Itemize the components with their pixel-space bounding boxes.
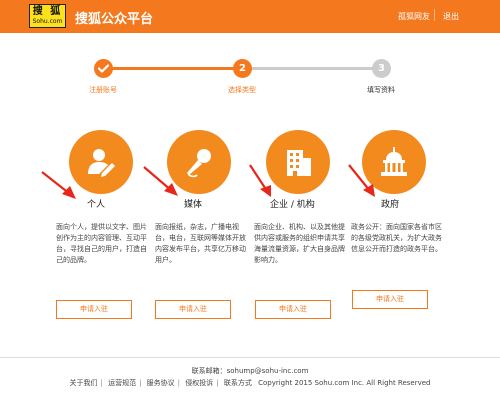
card-description: 面向企业、机构、以及其他提供内容或服务的组织申请共享海量流量资源，扩大自身品牌影… (254, 223, 345, 264)
username-link[interactable]: 孤狐网友 (398, 11, 430, 22)
footer-link-complaint[interactable]: 侵权投诉 (185, 379, 213, 387)
apply-button-enterprise[interactable]: 申请入驻 (255, 300, 331, 319)
header-divider (434, 9, 435, 21)
footer-copyright: Copyright 2015 Sohu.com Inc. All Right R… (258, 379, 431, 387)
footer-separator: | (139, 379, 142, 387)
red-arrow-annotation (41, 171, 76, 199)
building-icon (287, 150, 311, 176)
person-icon (88, 149, 115, 177)
apply-button-media[interactable]: 申请入驻 (155, 300, 231, 319)
card-title: 媒体 (184, 200, 203, 210)
footer-divider (0, 357, 500, 358)
footer-link-about[interactable]: 关于我们 (69, 379, 97, 387)
step-2-label: 选择类型 (228, 86, 256, 94)
red-arrow-annotation (143, 166, 178, 196)
footer-separator: | (177, 379, 181, 387)
red-arrow-annotation (249, 164, 271, 197)
top-header-bar: 搜 狐 Sohu.com 搜狐公众平台 孤狐网友 退出 (0, 0, 500, 33)
footer-separator: | (216, 379, 219, 387)
capitol-icon (381, 147, 407, 176)
footer-link-contact[interactable]: 联系方式 (224, 379, 252, 387)
checkmark-icon (97, 64, 110, 73)
logo-domain: Sohu.com (32, 18, 63, 25)
card-description: 面向个人，提供以文字、图片创作为主的内容管理、互动平台，寻找自己的用户，打造自己… (56, 223, 147, 264)
step-3-circle: 3 (372, 59, 391, 78)
step-3-number: 3 (378, 63, 385, 74)
red-arrow-annotation (348, 164, 375, 197)
card-description: 面向报纸，杂志，广播电视台，电台，互联网等媒体开放内容发布平台，共享亿万移动用户… (155, 223, 246, 264)
footer-links: 关于我们 | 运营规范 | 服务协议 | 侵权投诉 | 联系方式 Copyright 2… (0, 378, 500, 388)
footer-separator: | (100, 379, 103, 387)
step-line-1-2 (104, 67, 240, 70)
step-1-label: 注册账号 (89, 86, 117, 94)
logout-link[interactable]: 退出 (443, 11, 459, 22)
site-title: 搜狐公众平台 (75, 12, 154, 27)
apply-button-individual[interactable]: 申请入驻 (56, 300, 132, 319)
step-3-label: 填写资料 (367, 86, 395, 94)
step-2-number: 2 (239, 63, 246, 74)
sohu-logo[interactable]: 搜 狐 Sohu.com (29, 4, 66, 28)
step-line-2-3 (250, 67, 380, 70)
step-2-circle: 2 (233, 59, 252, 78)
card-description: 政务公开：面向国家各省市区的各级党政机关，为扩大政务信息公开而打造的政务平台。 (351, 223, 442, 253)
footer-link-rules[interactable]: 运营规范 (108, 379, 136, 387)
card-title: 个人 (87, 200, 106, 210)
footer-email: 联系邮箱：sohump@sohu-inc.com (191, 367, 309, 375)
footer-link-agreement[interactable]: 服务协议 (147, 379, 175, 387)
microphone-icon (187, 149, 211, 178)
logo-text: 搜 狐 (32, 6, 63, 17)
apply-button-government[interactable]: 申请入驻 (352, 290, 428, 309)
card-title: 政府 (381, 200, 400, 210)
step-1-circle (94, 59, 113, 78)
